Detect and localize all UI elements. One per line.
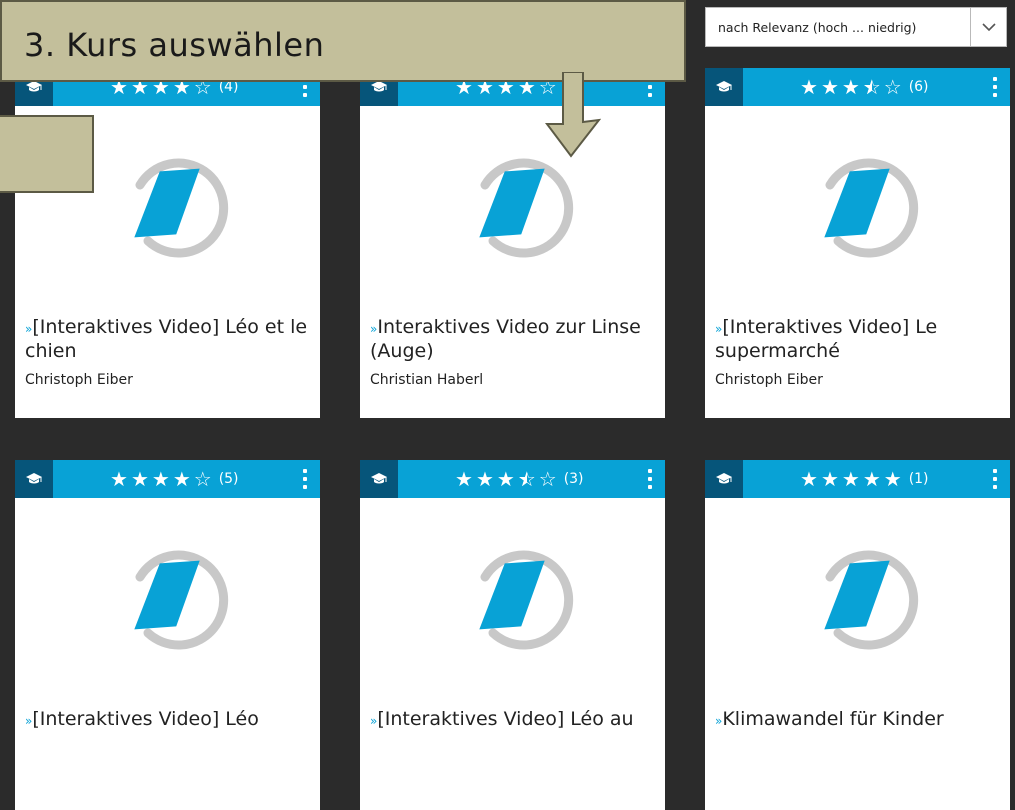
course-card[interactable]: ★ ★ ★ ★ ★ (1) »Klimawandel für Kinder bbox=[705, 460, 1010, 810]
course-logo-icon bbox=[110, 535, 230, 655]
card-header: ★ ★ ★ ★ ★ (1) bbox=[705, 460, 1010, 498]
course-logo-icon bbox=[800, 143, 920, 263]
star-filled-icon: ★ bbox=[496, 467, 515, 491]
course-card[interactable]: ★ ★ ★ ★ ☆ (5) »[Interaktives Video] Léo bbox=[15, 460, 320, 810]
course-card[interactable]: ★★★☆☆(6)»[Interaktives Video] Le superma… bbox=[705, 68, 1010, 418]
instruction-text: 3. Kurs auswählen bbox=[24, 26, 325, 64]
star-empty-icon: ☆ bbox=[538, 467, 557, 491]
star-rating: ★★★☆☆(6) bbox=[800, 68, 929, 106]
card-title[interactable]: »[Interaktives Video] Léo bbox=[25, 708, 315, 732]
star-filled-icon: ★ bbox=[455, 467, 473, 491]
more-vertical-icon[interactable] bbox=[992, 77, 998, 97]
card-title[interactable]: »[Interaktives Video] Le supermarché bbox=[715, 316, 1005, 362]
star-filled-icon: ★ bbox=[883, 467, 902, 491]
star-filled-icon: ★ bbox=[130, 467, 149, 491]
star-filled-icon: ★ bbox=[151, 467, 170, 491]
course-logo-icon bbox=[800, 535, 920, 655]
sort-select[interactable]: nach Relevanz (hoch ... niedrig) bbox=[705, 7, 1007, 47]
card-title[interactable]: »[Interaktives Video] Léo au bbox=[370, 708, 660, 732]
graduation-cap-icon bbox=[15, 460, 53, 498]
star-filled-icon: ★ bbox=[800, 75, 818, 99]
rating-count: (1) bbox=[908, 471, 929, 487]
course-card[interactable]: ★★★★☆(1)»Interaktives Video zur Linse (A… bbox=[360, 68, 665, 418]
course-logo-icon bbox=[455, 143, 575, 263]
graduation-cap-icon bbox=[705, 68, 743, 106]
more-vertical-icon[interactable] bbox=[302, 469, 308, 489]
star-filled-icon: ★ bbox=[800, 467, 818, 491]
arrow-down-icon bbox=[545, 72, 601, 158]
card-title[interactable]: »[Interaktives Video] Léo et le chien bbox=[25, 316, 315, 362]
card-title-text: [Interaktives Video] Le supermarché bbox=[715, 316, 938, 362]
star-filled-icon: ★ bbox=[820, 467, 839, 491]
card-header: ★ ★ ★ ★ ☆ (5) bbox=[15, 460, 320, 498]
star-filled-icon: ★ bbox=[110, 467, 128, 491]
star-empty-icon: ☆ bbox=[193, 467, 212, 491]
star-filled-icon: ★ bbox=[475, 467, 494, 491]
star-filled-icon: ★ bbox=[841, 467, 860, 491]
course-logo-icon bbox=[110, 143, 230, 263]
course-logo-icon bbox=[455, 535, 575, 655]
more-vertical-icon[interactable] bbox=[992, 469, 998, 489]
rating-count: (6) bbox=[908, 79, 929, 95]
rating-count: (3) bbox=[563, 471, 584, 487]
card-author: Christoph Eiber bbox=[25, 372, 133, 388]
star-filled-icon: ★ bbox=[820, 75, 839, 99]
star-empty-icon: ☆ bbox=[883, 75, 902, 99]
card-header: ★★★☆☆(6) bbox=[705, 68, 1010, 106]
sort-select-label: nach Relevanz (hoch ... niedrig) bbox=[718, 19, 917, 35]
card-title-text: [Interaktives Video] Léo au bbox=[377, 708, 634, 730]
card-author: Christian Haberl bbox=[370, 372, 484, 388]
callout-box bbox=[0, 115, 94, 193]
card-author: Christoph Eiber bbox=[715, 372, 823, 388]
graduation-cap-icon bbox=[360, 460, 398, 498]
card-header: ★★★☆☆(3) bbox=[360, 460, 665, 498]
star-rating: ★★★☆☆(3) bbox=[455, 460, 584, 498]
graduation-cap-icon bbox=[705, 460, 743, 498]
star-half-icon: ☆ bbox=[518, 469, 536, 489]
more-vertical-icon[interactable] bbox=[647, 469, 653, 489]
star-half-icon: ☆ bbox=[863, 77, 881, 97]
card-title[interactable]: »Klimawandel für Kinder bbox=[715, 708, 1005, 732]
star-filled-icon: ★ bbox=[862, 467, 881, 491]
course-card[interactable]: ★★★☆☆(3)»[Interaktives Video] Léo au bbox=[360, 460, 665, 810]
card-title[interactable]: »Interaktives Video zur Linse (Auge) bbox=[370, 316, 660, 362]
star-rating: ★ ★ ★ ★ ★ (1) bbox=[800, 460, 929, 498]
star-filled-icon: ★ bbox=[841, 75, 860, 99]
star-rating: ★ ★ ★ ★ ☆ (5) bbox=[110, 460, 239, 498]
card-title-text: [Interaktives Video] Léo et le chien bbox=[25, 316, 308, 362]
star-filled-icon: ★ bbox=[172, 467, 191, 491]
card-title-text: Klimawandel für Kinder bbox=[722, 708, 944, 730]
instruction-callout: 3. Kurs auswählen bbox=[0, 0, 686, 82]
chevron-down-icon[interactable] bbox=[970, 8, 1006, 46]
card-title-text: [Interaktives Video] Léo bbox=[32, 708, 259, 730]
card-title-text: Interaktives Video zur Linse (Auge) bbox=[370, 316, 641, 362]
rating-count: (5) bbox=[218, 471, 239, 487]
